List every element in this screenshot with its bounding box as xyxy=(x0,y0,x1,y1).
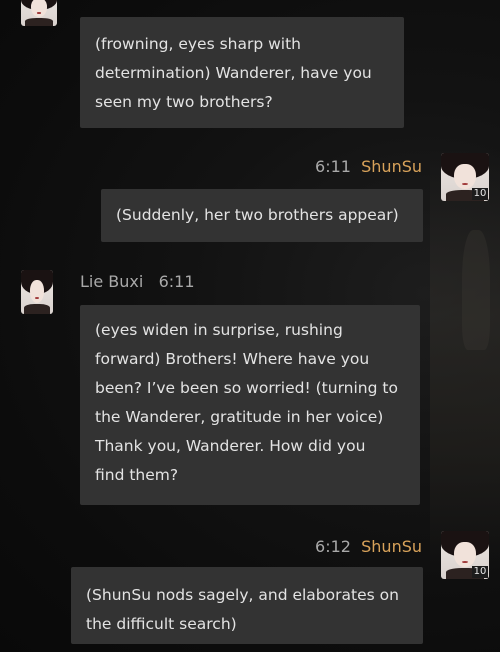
sender-name-shunsu[interactable]: ShunSu xyxy=(361,157,422,176)
sender-name-lie-buxi[interactable]: Lie Buxi xyxy=(80,272,143,291)
level-badge: 10 xyxy=(472,566,488,578)
background-scenery xyxy=(430,150,500,570)
message-time: 6:12 xyxy=(315,537,351,556)
level-badge: 10 xyxy=(472,188,488,200)
message-bubble-lie-buxi-2: (eyes widen in surprise, rushing forward… xyxy=(80,305,420,505)
lie-buxi-avatar[interactable] xyxy=(21,270,53,314)
message-bubble-shunsu-1: (Suddenly, her two brothers appear) xyxy=(101,189,423,242)
message-time: 6:11 xyxy=(315,157,351,176)
background-scenery-detail xyxy=(462,230,490,350)
message-meta-lie-buxi-2: Lie Buxi 6:11 xyxy=(80,272,195,291)
message-bubble-lie-buxi-1: (frowning, eyes sharp with determination… xyxy=(80,17,404,128)
message-time: 6:11 xyxy=(158,272,195,291)
message-bubble-shunsu-2: (ShunSu nods sagely, and elaborates on t… xyxy=(71,567,423,644)
message-meta-shunsu-2: 6:12 ShunSu xyxy=(315,537,422,556)
lie-buxi-avatar[interactable] xyxy=(21,0,57,26)
message-meta-shunsu-1: 6:11 ShunSu xyxy=(315,157,422,176)
sender-name-shunsu[interactable]: ShunSu xyxy=(361,537,422,556)
